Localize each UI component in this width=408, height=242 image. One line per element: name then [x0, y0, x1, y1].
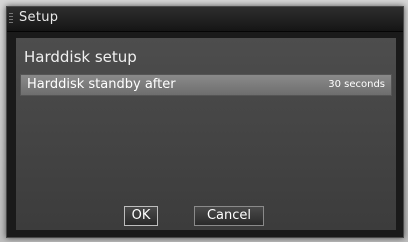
grip-icon — [9, 13, 13, 25]
setting-row-harddisk-standby[interactable]: Harddisk standby after 30 seconds — [20, 74, 392, 96]
window-title: Setup — [19, 10, 59, 25]
dialog-body: Harddisk setup Harddisk standby after 30… — [15, 37, 397, 231]
page-title: Harddisk setup — [24, 48, 137, 66]
screen-frame: Setup Harddisk setup Harddisk standby af… — [0, 0, 408, 242]
setup-dialog: Setup Harddisk setup Harddisk standby af… — [6, 6, 404, 238]
setting-label: Harddisk standby after — [27, 77, 176, 92]
ok-button[interactable]: OK — [124, 206, 158, 226]
title-bar: Setup — [7, 7, 403, 32]
setting-value[interactable]: 30 seconds — [328, 79, 385, 90]
cancel-button[interactable]: Cancel — [194, 206, 264, 226]
